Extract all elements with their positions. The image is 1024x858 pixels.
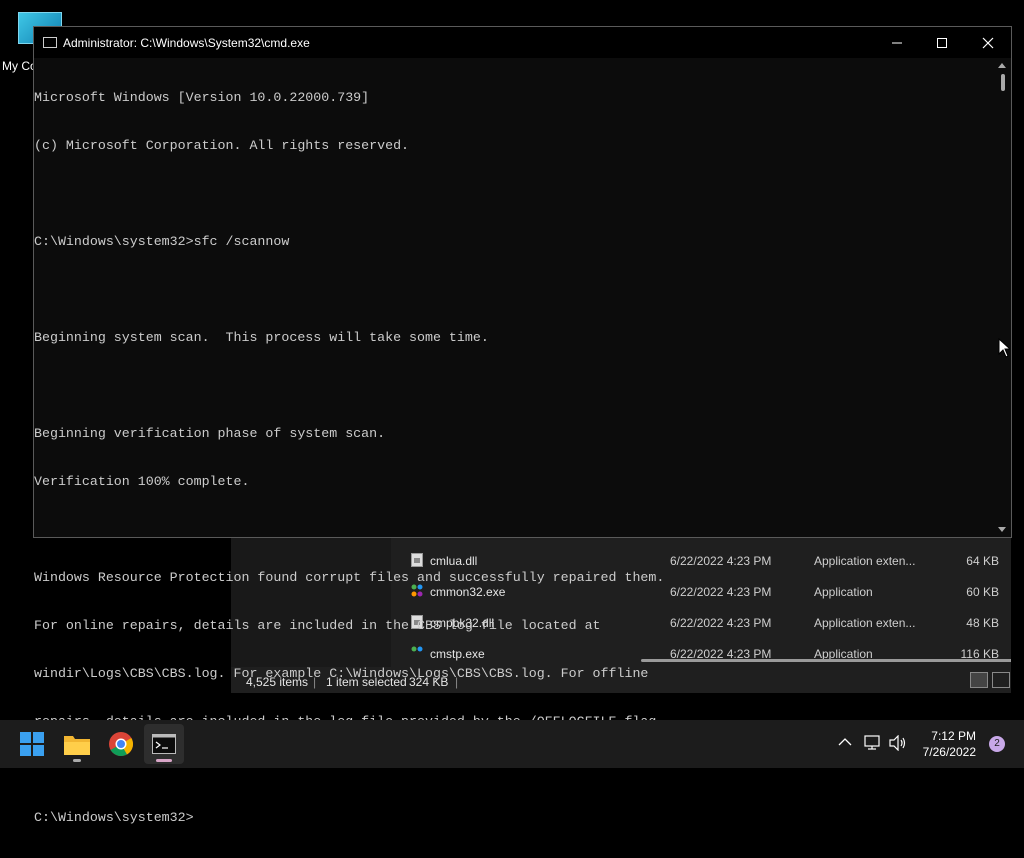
running-indicator — [73, 759, 81, 762]
scroll-down-arrow-icon[interactable] — [998, 527, 1006, 532]
network-icon[interactable] — [864, 735, 882, 751]
console-line: Verification 100% complete. — [34, 474, 250, 489]
console-line: Windows Resource Protection found corrup… — [34, 570, 665, 585]
chrome-icon — [109, 732, 133, 756]
active-indicator — [156, 759, 172, 762]
desktop-icon-label[interactable]: My Co — [2, 59, 37, 73]
title-bar[interactable]: Administrator: C:\Windows\System32\cmd.e… — [34, 27, 1011, 58]
console-line: C:\Windows\system32>sfc /scannow — [34, 234, 290, 249]
terminal-taskbar-button[interactable] — [144, 724, 184, 764]
notification-badge[interactable]: 2 — [989, 736, 1005, 752]
console-line: (c) Microsoft Corporation. All rights re… — [34, 138, 410, 153]
taskbar: 7:12 PM 7/26/2022 2 — [0, 720, 1024, 768]
file-explorer-icon — [64, 736, 90, 755]
start-icon — [20, 732, 44, 756]
minimize-button[interactable] — [874, 27, 920, 58]
console-line: Beginning system scan. This process will… — [34, 330, 489, 345]
console-line: For online repairs, details are included… — [34, 618, 601, 633]
clock[interactable]: 7:12 PM 7/26/2022 — [923, 728, 976, 760]
console-line: windir\Logs\CBS\CBS.log. For example C:\… — [34, 666, 649, 681]
minimize-icon — [892, 42, 902, 44]
console-line: C:\Windows\system32> — [34, 810, 194, 825]
scrollbar-thumb[interactable] — [1001, 74, 1005, 91]
console-output[interactable]: Microsoft Windows [Version 10.0.22000.73… — [34, 58, 996, 825]
mouse-cursor-icon — [998, 338, 1010, 358]
close-button[interactable] — [965, 27, 1011, 58]
clock-date: 7/26/2022 — [922, 745, 976, 759]
cmd-app-icon — [43, 37, 57, 48]
terminal-icon — [152, 734, 176, 754]
maximize-icon — [937, 38, 947, 49]
clock-time: 7:12 PM — [931, 729, 976, 743]
vertical-scrollbar[interactable] — [994, 58, 1011, 537]
maximize-button[interactable] — [919, 27, 965, 58]
console-line: Beginning verification phase of system s… — [34, 426, 386, 441]
window-title: Administrator: C:\Windows\System32\cmd.e… — [63, 36, 310, 50]
scroll-up-arrow-icon[interactable] — [998, 63, 1006, 68]
show-hidden-icons-chevron-icon[interactable] — [838, 737, 852, 747]
command-prompt-window[interactable]: Administrator: C:\Windows\System32\cmd.e… — [33, 26, 1012, 825]
file-explorer-taskbar-button[interactable] — [57, 724, 97, 764]
chrome-taskbar-button[interactable] — [101, 724, 141, 764]
console-line: Microsoft Windows [Version 10.0.22000.73… — [34, 90, 370, 105]
volume-icon[interactable] — [889, 735, 907, 751]
close-icon — [982, 37, 994, 49]
start-button[interactable] — [12, 724, 52, 764]
